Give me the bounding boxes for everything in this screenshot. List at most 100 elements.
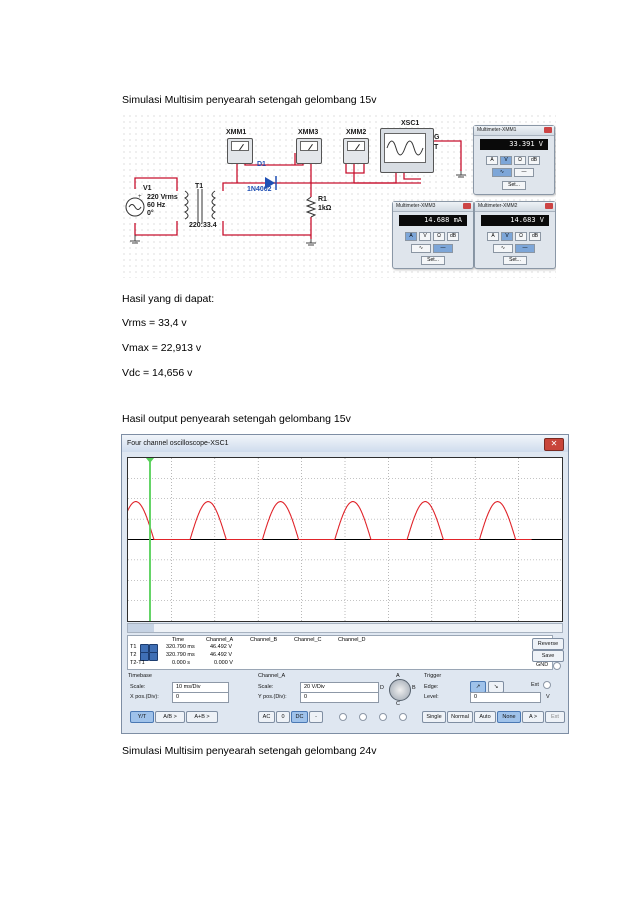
mm3-ammeter-button[interactable]: A xyxy=(405,232,417,241)
knob-label-c: C xyxy=(396,701,400,707)
readout-time: 320.790 ms xyxy=(166,652,195,658)
mm1-voltmeter-button[interactable]: V xyxy=(500,156,512,165)
readout-channel-a: 0.000 V xyxy=(214,660,233,666)
multimeter-xmm3-reading: 14.688 mA xyxy=(399,215,467,226)
multimeter-xmm1-reading: 33.391 V xyxy=(480,139,548,150)
readout-header-channel-b: Channel_B xyxy=(250,637,278,643)
scrollbar-thumb[interactable] xyxy=(128,624,154,632)
source-frequency: 60 Hz xyxy=(147,202,166,209)
close-icon[interactable] xyxy=(544,127,552,133)
single-trigger-button[interactable]: Single xyxy=(422,711,446,723)
mm2-set-button[interactable]: Set... xyxy=(503,256,527,265)
result-vrms: Vrms = 33,4 v xyxy=(122,317,187,329)
mm1-ohmmeter-button[interactable]: Ω xyxy=(514,156,526,165)
readout-header-channel-c: Channel_C xyxy=(294,637,322,643)
svg-text:+: + xyxy=(138,194,142,200)
mm3-db-button[interactable]: dB xyxy=(447,232,459,241)
a-trigger-button[interactable]: A > xyxy=(522,711,544,723)
mm1-set-button[interactable]: Set... xyxy=(502,181,526,190)
timebase-scale-label: Scale: xyxy=(130,684,146,690)
a-plus-b-mode-button[interactable]: A+B > xyxy=(186,711,218,723)
close-icon[interactable] xyxy=(463,203,471,209)
readout-header-channel-a: Channel_A xyxy=(206,637,234,643)
mm3-ac-button[interactable]: ∿ xyxy=(411,244,431,253)
multimeter-xmm3-window[interactable]: Multimeter-XMM3 14.688 mA A V Ω dB ∿ — S… xyxy=(392,201,474,269)
knob-label-d: D xyxy=(380,685,384,691)
channel-selector-knob[interactable] xyxy=(389,679,411,701)
mm1-ammeter-button[interactable]: A xyxy=(486,156,498,165)
mm3-voltmeter-button[interactable]: V xyxy=(419,232,431,241)
mm2-ammeter-button[interactable]: A xyxy=(487,232,499,241)
transformer-ratio: 220:33.4 xyxy=(189,222,217,229)
diode-part: 1N4002 xyxy=(247,186,272,193)
mm1-ac-button[interactable]: ∿ xyxy=(492,168,512,177)
trigger-ext-label: Ext xyxy=(531,682,539,688)
channel-a-terminal[interactable] xyxy=(339,713,347,721)
close-icon[interactable] xyxy=(545,203,553,209)
time-scrollbar[interactable] xyxy=(127,623,563,633)
diode-name: D1 xyxy=(257,161,266,168)
ext-trigger-button[interactable]: Ext xyxy=(545,711,565,723)
reverse-button[interactable]: Reverse xyxy=(532,638,564,650)
oscilloscope-window-title: Four channel oscilloscope-XSC1 xyxy=(122,435,568,452)
channel-scale-label: Scale: xyxy=(258,684,274,690)
heading-24v: Simulasi Multisim penyearah setengah gel… xyxy=(122,745,377,757)
resistor-value: 1kΩ xyxy=(318,205,332,212)
mm1-db-button[interactable]: dB xyxy=(528,156,540,165)
multimeter-xmm1-icon[interactable] xyxy=(227,138,253,164)
oscilloscope-window[interactable]: Four channel oscilloscope-XSC1 ✕ Time Ch… xyxy=(117,434,569,734)
readout-header-time: Time xyxy=(172,637,185,643)
zero-coupling-button[interactable]: 0 xyxy=(276,711,290,723)
trigger-level-field[interactable]: 0 xyxy=(470,692,541,703)
dc-coupling-button[interactable]: DC xyxy=(291,711,308,723)
ac-coupling-button[interactable]: AC xyxy=(258,711,275,723)
readout-header-channel-d: Channel_D xyxy=(338,637,366,643)
yt-mode-button[interactable]: Y/T xyxy=(130,711,154,723)
mm3-dc-button[interactable]: — xyxy=(433,244,453,253)
trigger-title: Trigger xyxy=(424,673,442,679)
channel-b-terminal[interactable] xyxy=(359,713,367,721)
timebase-title: Timebase xyxy=(128,673,152,679)
scope-screen-icon xyxy=(384,133,426,163)
readout-time: 320.790 ms xyxy=(166,644,195,650)
none-trigger-button[interactable]: None xyxy=(497,711,521,723)
mm2-db-button[interactable]: dB xyxy=(529,232,541,241)
channel-d-terminal[interactable] xyxy=(399,713,407,721)
channel-ypos-field[interactable]: 0 xyxy=(300,692,379,703)
result-vdc: Vdc = 14,656 v xyxy=(122,367,193,379)
readout-row-label: T2 xyxy=(130,652,137,658)
channel-a-trace xyxy=(117,501,532,541)
mm1-dc-button[interactable]: — xyxy=(514,168,534,177)
close-button[interactable]: ✕ xyxy=(544,438,564,451)
mm3-set-button[interactable]: Set... xyxy=(421,256,445,265)
multimeter-xmm2-window[interactable]: Multimeter-XMM2 14.683 V A V Ω dB ∿ — Se… xyxy=(474,201,556,269)
multimeter-xmm1-window[interactable]: Multimeter-XMM1 33.391 V A V Ω dB ∿ — Se… xyxy=(473,125,555,195)
minus-button[interactable]: - xyxy=(309,711,323,723)
ab-mode-button[interactable]: A/B > xyxy=(155,711,185,723)
ext-trigger-terminal[interactable] xyxy=(543,681,551,689)
multimeter-xmm3-icon[interactable] xyxy=(296,138,322,164)
readout-channel-a: 46.492 V xyxy=(210,652,233,658)
waveform-plot xyxy=(117,458,562,621)
auto-trigger-button[interactable]: Auto xyxy=(474,711,496,723)
channel-c-terminal[interactable] xyxy=(379,713,387,721)
t2-right-arrow-icon[interactable] xyxy=(149,652,158,661)
scope-terminal-t: T xyxy=(434,144,439,151)
mm2-dc-button[interactable]: — xyxy=(515,244,535,253)
mm2-voltmeter-button[interactable]: V xyxy=(501,232,513,241)
multimeter-xmm2-reading: 14.683 V xyxy=(481,215,549,226)
timebase-xpos-field[interactable]: 0 xyxy=(172,692,229,703)
gnd-terminal[interactable] xyxy=(553,662,561,670)
oscilloscope-xsc1-icon[interactable] xyxy=(380,128,434,173)
result-vmax: Vmax = 22,913 v xyxy=(122,342,202,354)
readout-time: 0.000 s xyxy=(172,660,191,666)
mm2-ohmmeter-button[interactable]: Ω xyxy=(515,232,527,241)
mm3-ohmmeter-button[interactable]: Ω xyxy=(433,232,445,241)
source-name: V1 xyxy=(143,185,152,192)
multimeter-xmm2-icon[interactable] xyxy=(343,138,369,164)
normal-trigger-button[interactable]: Normal xyxy=(447,711,473,723)
results-heading: Hasil yang di dapat: xyxy=(122,293,215,305)
mm2-ac-button[interactable]: ∿ xyxy=(493,244,513,253)
scope-terminal-g: G xyxy=(434,134,440,141)
cursor-marker-icon xyxy=(146,458,154,463)
